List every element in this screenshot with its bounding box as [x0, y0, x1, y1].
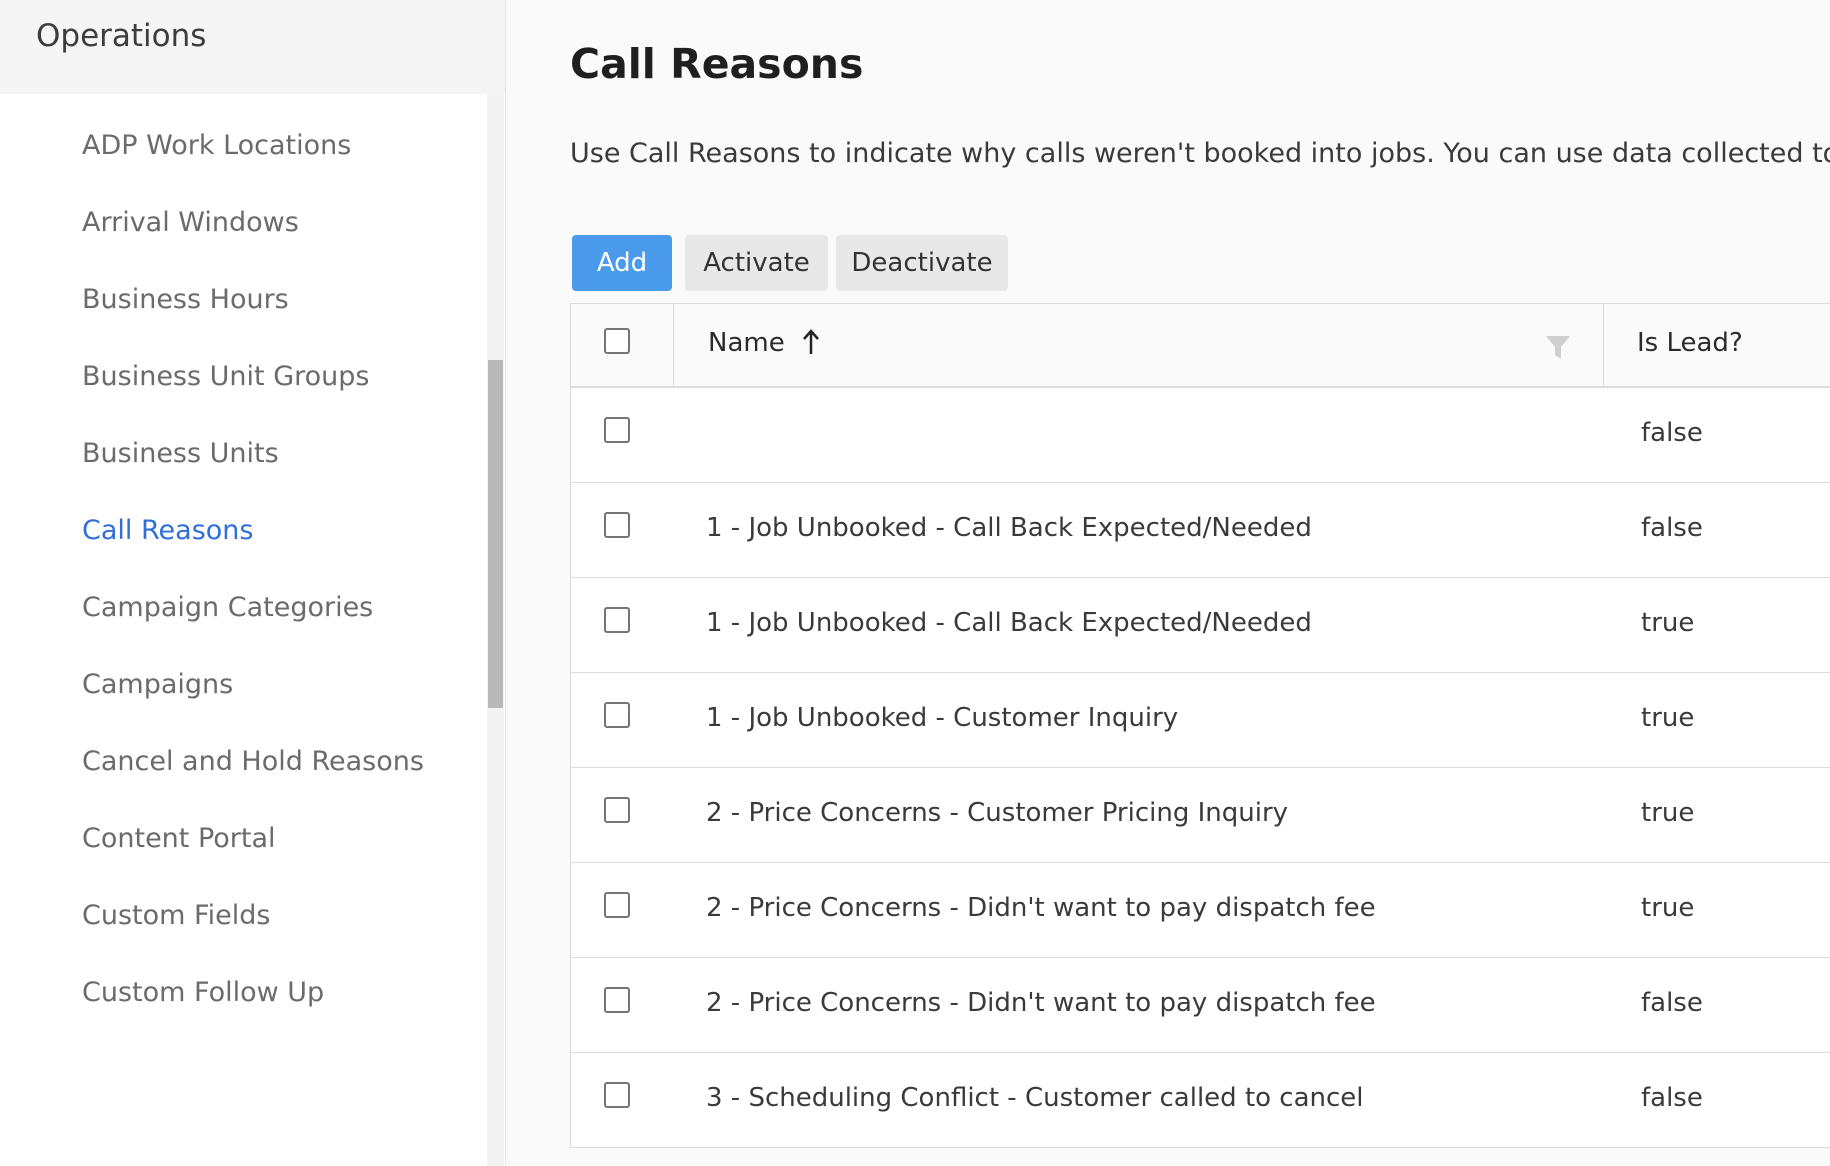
table-row[interactable]: 1 - Job Unbooked - Call Back Expected/Ne… [571, 483, 1830, 578]
row-checkbox[interactable] [604, 797, 630, 823]
cell-is-lead: true [1641, 703, 1695, 733]
row-checkbox[interactable] [604, 417, 630, 443]
call-reasons-table: Name Is Lead? false 1 - Job Unbooked - C… [570, 303, 1830, 1148]
sidebar-item-arrival-windows[interactable]: Arrival Windows [82, 207, 299, 238]
sidebar-item-campaign-categories[interactable]: Campaign Categories [82, 592, 373, 623]
table-row[interactable]: 2 - Price Concerns - Customer Pricing In… [571, 768, 1830, 863]
sidebar-scrollbar-thumb[interactable] [488, 360, 503, 708]
column-header-name-label: Name [708, 328, 785, 358]
table-body: false 1 - Job Unbooked - Call Back Expec… [571, 388, 1830, 1148]
select-all-checkbox[interactable] [604, 328, 630, 354]
cell-is-lead: false [1641, 1083, 1703, 1113]
cell-name: 2 - Price Concerns - Didn't want to pay … [706, 893, 1376, 923]
column-header-is-lead-label: Is Lead? [1637, 328, 1743, 358]
row-checkbox[interactable] [604, 702, 630, 728]
header-select-cell [571, 304, 674, 386]
table-row[interactable]: 1 - Job Unbooked - Call Back Expected/Ne… [571, 578, 1830, 673]
table-row[interactable]: false [571, 388, 1830, 483]
sidebar-item-business-units[interactable]: Business Units [82, 438, 279, 469]
deactivate-button[interactable]: Deactivate [836, 235, 1008, 291]
page-title: Call Reasons [570, 40, 864, 88]
row-checkbox[interactable] [604, 892, 630, 918]
sidebar-item-adp-work-locations[interactable]: ADP Work Locations [82, 130, 351, 161]
row-checkbox[interactable] [604, 987, 630, 1013]
table-row[interactable]: 1 - Job Unbooked - Customer Inquiry true [571, 673, 1830, 768]
sort-ascending-icon[interactable] [802, 328, 820, 358]
page-description: Use Call Reasons to indicate why calls w… [570, 138, 1830, 169]
filter-icon[interactable] [1544, 333, 1572, 361]
app-window: Operations ADP Work Locations Arrival Wi… [0, 0, 1830, 1166]
table-row[interactable]: 3 - Scheduling Conflict - Customer calle… [571, 1053, 1830, 1148]
add-button[interactable]: Add [572, 235, 672, 291]
table-row[interactable]: 2 - Price Concerns - Didn't want to pay … [571, 958, 1830, 1053]
cell-is-lead: false [1641, 988, 1703, 1018]
cell-is-lead: false [1641, 513, 1703, 543]
sidebar-section-title: Operations [36, 18, 207, 54]
column-header-is-lead[interactable]: Is Lead? [1604, 304, 1830, 386]
cell-name: 1 - Job Unbooked - Call Back Expected/Ne… [706, 513, 1312, 543]
sidebar-item-custom-fields[interactable]: Custom Fields [82, 900, 270, 931]
cell-name: 2 - Price Concerns - Didn't want to pay … [706, 988, 1376, 1018]
sidebar-item-campaigns[interactable]: Campaigns [82, 669, 233, 700]
cell-is-lead: true [1641, 893, 1695, 923]
activate-button[interactable]: Activate [685, 235, 828, 291]
sidebar-item-call-reasons[interactable]: Call Reasons [82, 515, 253, 546]
row-checkbox[interactable] [604, 1082, 630, 1108]
sidebar-item-business-hours[interactable]: Business Hours [82, 284, 289, 315]
cell-name: 1 - Job Unbooked - Customer Inquiry [706, 703, 1179, 733]
sidebar: Operations ADP Work Locations Arrival Wi… [0, 0, 506, 1166]
sidebar-header: Operations [0, 0, 505, 94]
row-checkbox[interactable] [604, 512, 630, 538]
table-row[interactable]: 2 - Price Concerns - Didn't want to pay … [571, 863, 1830, 958]
cell-name: 2 - Price Concerns - Customer Pricing In… [706, 798, 1289, 828]
sidebar-item-custom-follow-up[interactable]: Custom Follow Up [82, 977, 324, 1008]
table-header: Name Is Lead? [571, 304, 1830, 388]
cell-name: 1 - Job Unbooked - Call Back Expected/Ne… [706, 608, 1312, 638]
cell-is-lead: false [1641, 418, 1703, 448]
sidebar-item-content-portal[interactable]: Content Portal [82, 823, 276, 854]
sidebar-item-cancel-and-hold-reasons[interactable]: Cancel and Hold Reasons [82, 746, 424, 777]
cell-is-lead: true [1641, 798, 1695, 828]
cell-name: 3 - Scheduling Conflict - Customer calle… [706, 1083, 1364, 1113]
cell-is-lead: true [1641, 608, 1695, 638]
main-content: Call Reasons Use Call Reasons to indicat… [506, 0, 1830, 1166]
row-checkbox[interactable] [604, 607, 630, 633]
column-header-name[interactable]: Name [674, 304, 1604, 386]
sidebar-item-business-unit-groups[interactable]: Business Unit Groups [82, 361, 369, 392]
